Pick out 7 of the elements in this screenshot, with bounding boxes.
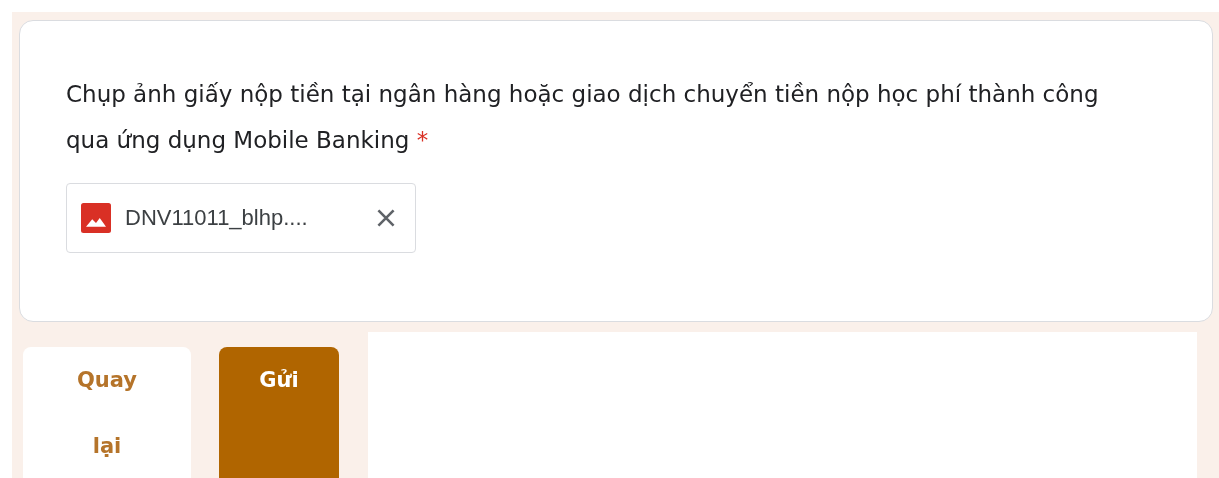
image-icon (81, 203, 111, 233)
submit-button[interactable]: Gửi (219, 347, 339, 478)
file-name: DNV11011_blhp.... (125, 205, 309, 231)
file-chip[interactable]: DNV11011_blhp.... (66, 183, 416, 253)
question-title: Chụp ảnh giấy nộp tiền tại ngân hàng hoặc giao dịch chuyển tiền nộp học phí thành công qua ứng dụng Mobile Banking * (66, 80, 1100, 155)
required-mark: * (416, 127, 429, 153)
back-button[interactable]: Quay lại (23, 347, 191, 478)
